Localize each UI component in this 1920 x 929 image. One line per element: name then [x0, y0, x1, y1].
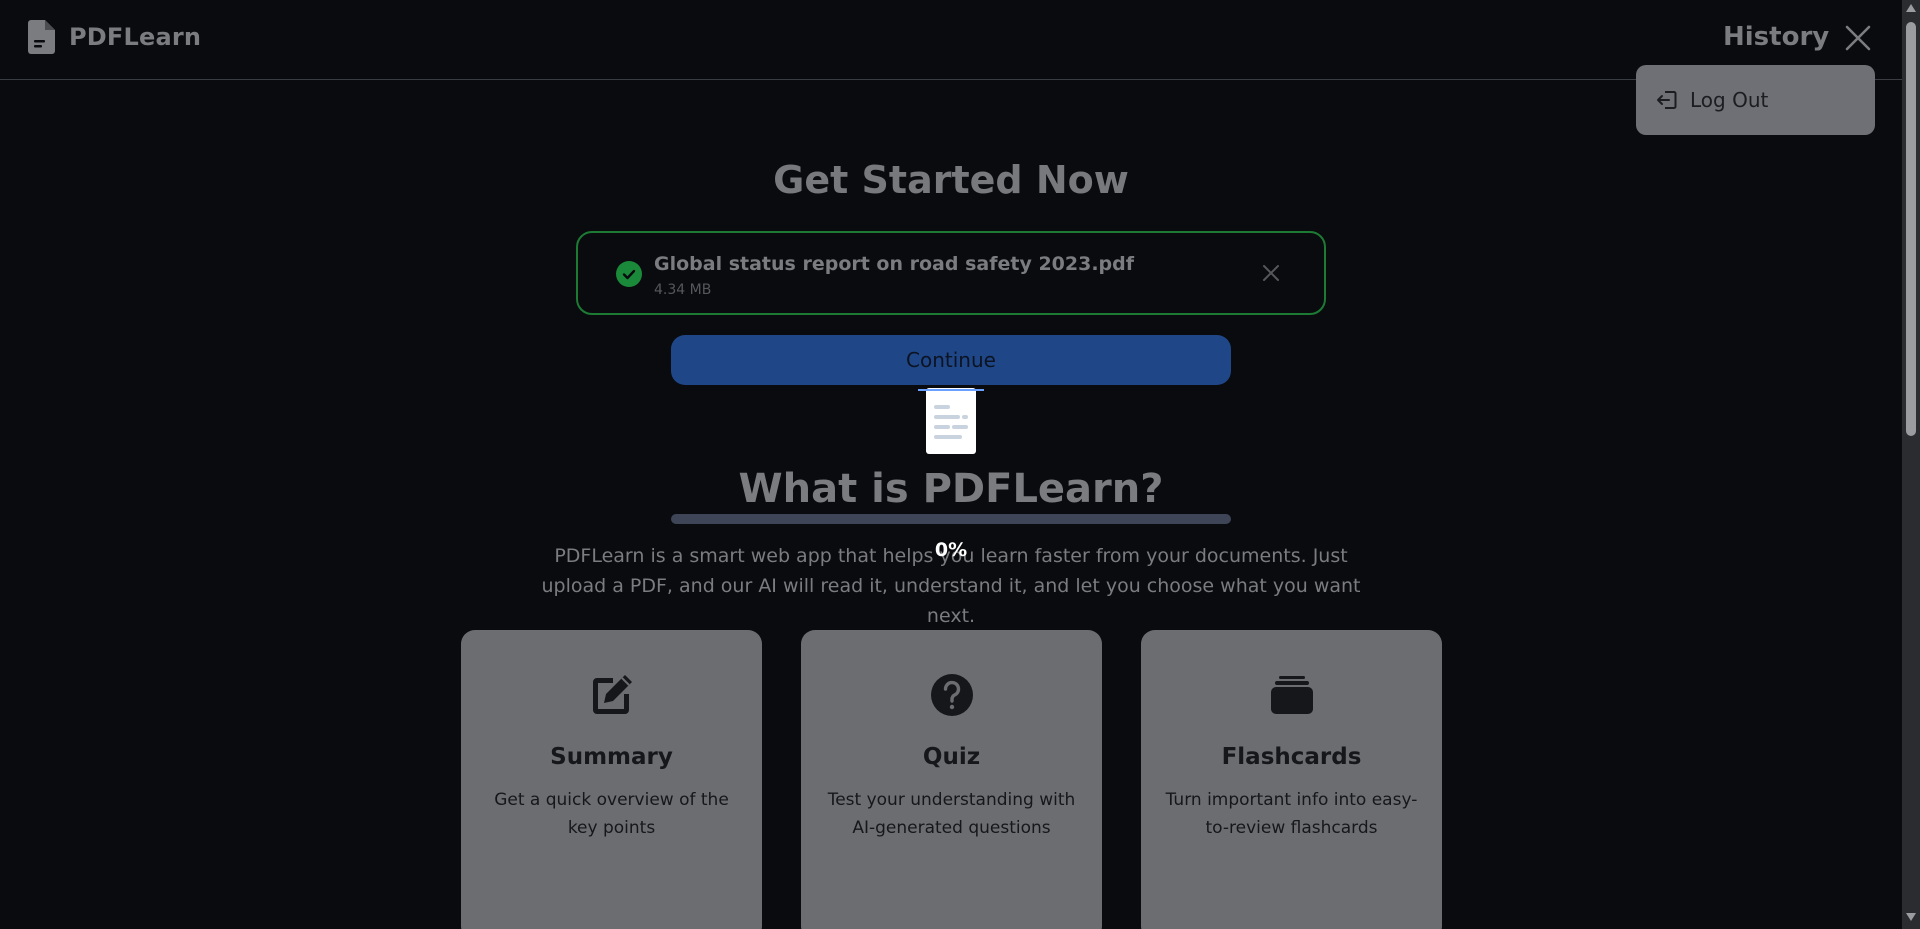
feature-title: Flashcards — [1221, 744, 1362, 770]
stack-icon — [1271, 676, 1313, 714]
feature-title: Summary — [550, 744, 673, 770]
progress-label: 0% — [934, 539, 968, 561]
vertical-scrollbar[interactable] — [1902, 0, 1920, 929]
feature-card-summary[interactable]: Summary Get a quick overview of the key … — [461, 630, 762, 929]
feature-description: Get a quick overview of the key points — [494, 790, 729, 838]
feature-description: Test your understanding with AI-generate… — [827, 790, 1076, 838]
document-scan-icon — [918, 388, 984, 454]
continue-button[interactable]: Continue — [671, 335, 1231, 385]
brand[interactable]: PDFLearn — [28, 20, 201, 54]
uploaded-file-card: Global status report on road safety 2023… — [576, 231, 1326, 315]
check-circle-icon — [616, 261, 642, 287]
close-icon[interactable] — [1844, 24, 1872, 52]
brand-name: PDFLearn — [69, 23, 202, 51]
upload-progress-bar — [671, 514, 1231, 524]
file-size: 4.34 MB — [654, 282, 712, 298]
feature-description: Turn important info into easy-to-review … — [1165, 790, 1418, 838]
top-nav: PDFLearn History — [0, 0, 1902, 80]
scroll-down-arrow-icon[interactable] — [1906, 913, 1916, 921]
logout-label: Log Out — [1690, 88, 1769, 112]
file-name: Global status report on road safety 2023… — [654, 253, 1135, 275]
page: PDFLearn History Log Out Get Started Now… — [0, 0, 1920, 929]
remove-file-icon[interactable] — [1262, 264, 1280, 282]
scroll-up-arrow-icon[interactable] — [1906, 4, 1916, 12]
feature-title: Quiz — [922, 744, 981, 770]
feature-card-quiz[interactable]: Quiz Test your understanding with AI-gen… — [801, 630, 1102, 929]
history-link[interactable]: History — [1723, 22, 1829, 52]
logout-menu-item[interactable]: Log Out — [1636, 65, 1875, 135]
logout-icon — [1657, 91, 1677, 109]
edit-icon — [593, 675, 632, 714]
feature-card-flashcards[interactable]: Flashcards Turn important info into easy… — [1141, 630, 1442, 929]
document-icon — [28, 20, 55, 54]
get-started-heading: Get Started Now — [773, 158, 1129, 202]
question-circle-icon — [931, 674, 973, 716]
scrollbar-thumb[interactable] — [1906, 22, 1916, 436]
about-heading: What is PDFLearn? — [738, 466, 1164, 512]
